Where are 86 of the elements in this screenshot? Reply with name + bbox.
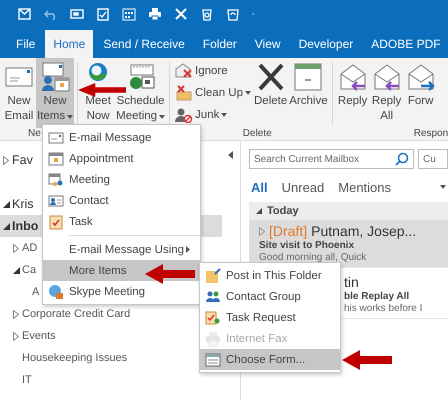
ribbon-button[interactable]: Ignore xyxy=(175,63,251,79)
folder-item[interactable]: Kris xyxy=(0,193,38,215)
calendar-icon xyxy=(39,62,72,92)
ribbon-tab[interactable]: Send / Receive xyxy=(95,30,193,58)
folder-item[interactable]: AD xyxy=(0,237,42,259)
expanded-icon[interactable] xyxy=(256,208,262,214)
trash-icon[interactable] xyxy=(200,7,214,21)
expanded-icon[interactable] xyxy=(13,266,20,274)
ribbon-button[interactable]: Junk xyxy=(175,107,251,123)
group-label: Ne xyxy=(28,128,41,140)
clipboard-icon[interactable] xyxy=(96,7,110,21)
ribbon-tab[interactable]: Developer xyxy=(290,30,362,58)
ribbon-button[interactable]: New Items xyxy=(36,58,74,128)
message-subject: ble Replay All xyxy=(344,291,410,302)
submenu-arrow-icon xyxy=(186,246,190,253)
ribbon-tab[interactable]: Folder xyxy=(194,30,245,58)
form-icon xyxy=(205,352,221,368)
ribbon-button[interactable]: Schedule Meeting xyxy=(115,58,166,128)
menu-item[interactable]: Meeting xyxy=(43,169,200,190)
group-label: Delete xyxy=(242,128,272,140)
envelope-icon[interactable] xyxy=(18,7,32,21)
calendar-icon[interactable] xyxy=(122,7,136,21)
pointer-arrow xyxy=(342,350,392,370)
collapse-icon[interactable] xyxy=(228,151,234,159)
ribbon-button[interactable]: Archive xyxy=(288,58,329,128)
menu-item[interactable]: Choose Form... xyxy=(200,349,340,370)
archive-icon xyxy=(292,62,324,92)
expanded-icon[interactable] xyxy=(3,222,10,230)
folder-item[interactable]: Corporate Credit Card xyxy=(0,303,134,325)
people-icon xyxy=(205,288,221,304)
ribbon-tab[interactable]: ADOBE PDF xyxy=(363,30,448,58)
menu-item[interactable]: E-mail Message xyxy=(43,127,200,148)
ribbon-button[interactable]: Forw xyxy=(404,58,438,128)
ribbon-tab[interactable]: File xyxy=(8,30,44,58)
group-label: Respon xyxy=(414,128,448,140)
calendar-icon xyxy=(48,150,64,166)
collapsed-icon[interactable] xyxy=(13,332,19,340)
calendar-icon xyxy=(48,172,64,188)
folder-item[interactable]: Ca xyxy=(0,259,40,281)
filter-tab[interactable]: Mentions xyxy=(336,180,404,194)
folder-item[interactable]: Fav xyxy=(0,149,37,171)
collapsed-icon[interactable] xyxy=(13,310,19,318)
sender-name: Putnam, Josep... xyxy=(311,223,416,239)
sender-name: tin xyxy=(344,274,359,290)
ribbon-button[interactable]: Reply All xyxy=(370,58,404,128)
menu-item[interactable]: Appointment xyxy=(43,148,200,169)
search-icon[interactable] xyxy=(395,152,409,166)
group-header: Today xyxy=(267,205,299,217)
message-item[interactable]: [Draft] Putnam, Josep... Site visit to Phoenix Good morning all, Quick xyxy=(249,220,448,268)
ribbon-button[interactable]: New Email xyxy=(2,58,36,128)
draft-tag: [Draft] xyxy=(269,223,308,239)
printer-icon xyxy=(205,330,221,346)
envelope-icon xyxy=(175,63,194,79)
folder-item[interactable]: IT xyxy=(0,369,36,391)
ribbon-button[interactable]: Clean Up xyxy=(175,85,251,101)
menu-item[interactable]: Task xyxy=(43,211,200,232)
scope-field[interactable]: Cu xyxy=(418,149,448,169)
menu-item[interactable]: Contact xyxy=(43,190,200,211)
window-icon[interactable] xyxy=(70,7,84,21)
message-preview: Good morning all, Quick xyxy=(259,252,368,263)
ribbon-button[interactable]: Reply xyxy=(336,58,370,128)
folder-item[interactable]: A xyxy=(0,281,44,303)
folder-item[interactable]: Housekeeping Issues xyxy=(0,347,132,369)
close-icon[interactable] xyxy=(174,7,188,21)
search-field[interactable]: Search Current Mailbox xyxy=(249,149,414,169)
ribbon-button[interactable]: Delete xyxy=(253,58,288,128)
pointer-arrow xyxy=(145,264,195,284)
clipboard-icon xyxy=(205,310,221,326)
expanded-icon[interactable] xyxy=(3,200,10,208)
envelope-icon xyxy=(48,130,64,146)
note-icon xyxy=(205,268,221,284)
folder-item[interactable]: Events xyxy=(0,325,60,347)
filter-tab[interactable]: All xyxy=(249,180,280,194)
ribbon-tab[interactable]: View xyxy=(246,30,289,58)
broom-icon xyxy=(175,85,194,101)
clipboard-icon xyxy=(48,214,64,230)
contact-card-icon xyxy=(48,192,64,208)
message-preview: his works before I xyxy=(344,303,424,314)
menu-item[interactable]: Skype Meeting xyxy=(43,281,200,302)
filter-tab[interactable]: Unread xyxy=(280,180,336,194)
printer-icon[interactable] xyxy=(148,7,162,21)
message-subject: Site visit to Phoenix xyxy=(259,240,356,251)
ribbon-tab[interactable]: Home xyxy=(45,30,94,58)
pointer-arrow xyxy=(78,83,126,97)
collapsed-icon[interactable] xyxy=(3,156,9,164)
collapsed-icon[interactable] xyxy=(13,244,19,252)
